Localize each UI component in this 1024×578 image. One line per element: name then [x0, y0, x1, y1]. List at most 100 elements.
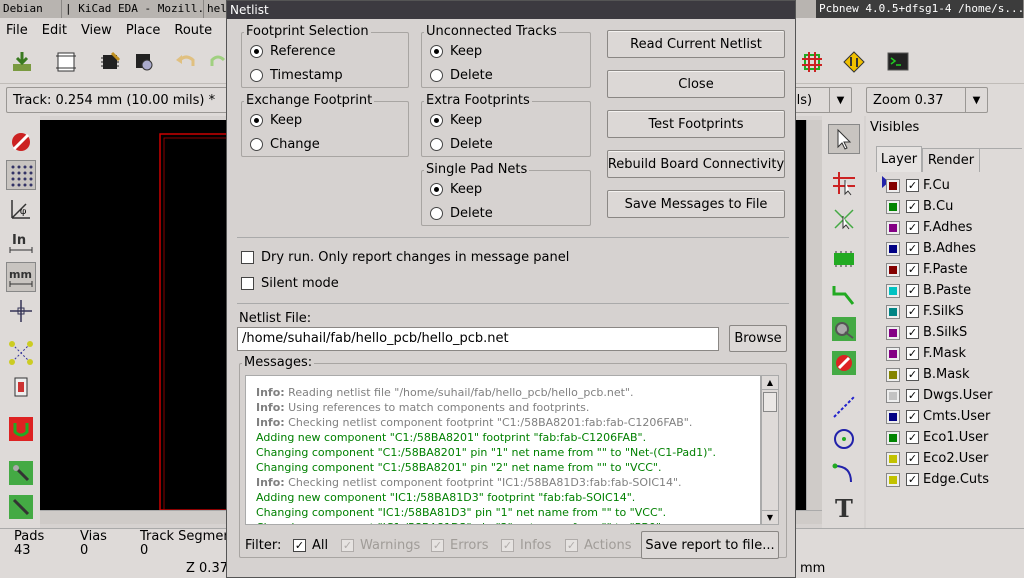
layer-color-swatch[interactable] — [886, 388, 900, 403]
netlist-icon[interactable] — [798, 48, 826, 76]
layer-row[interactable]: ✓ B.SilkS — [886, 322, 1016, 343]
layer-visible-checkbox[interactable]: ✓ — [906, 200, 919, 213]
messages-scrollbar[interactable]: ▲ ▼ — [761, 375, 779, 525]
zoom-select[interactable]: Zoom 0.37 ▼ — [866, 87, 988, 113]
menu-place[interactable]: Place — [126, 23, 161, 38]
layer-row[interactable]: ✓ Eco2.User — [886, 448, 1016, 469]
layer-visible-checkbox[interactable]: ✓ — [906, 410, 919, 423]
menu-view[interactable]: View — [81, 23, 112, 38]
layer-row[interactable]: ✓ F.Cu — [886, 175, 1016, 196]
close-button[interactable]: Close — [607, 70, 785, 98]
high-contrast-icon[interactable] — [6, 458, 36, 488]
layer-row[interactable]: ✓ Dwgs.User — [886, 385, 1016, 406]
layer-row[interactable]: ✓ Cmts.User — [886, 406, 1016, 427]
taskbar-item-pcbnew[interactable]: Pcbnew 4.0.5+dfsg1-4 /home/s... — [816, 0, 1024, 18]
browse-button[interactable]: Browse — [729, 325, 787, 352]
layer-visible-checkbox[interactable]: ✓ — [906, 473, 919, 486]
layer-color-swatch[interactable] — [886, 472, 900, 487]
taskbar-item-firefox[interactable]: | KiCad EDA - Mozill... — [62, 0, 204, 18]
load-netlist-icon[interactable] — [8, 48, 36, 76]
layer-color-swatch[interactable] — [886, 178, 900, 193]
add-circle-icon[interactable] — [828, 424, 860, 454]
radio-extra-keep[interactable]: Keep — [430, 113, 482, 128]
drc-icon[interactable] — [840, 48, 868, 76]
layer-color-swatch[interactable] — [886, 409, 900, 424]
menu-route[interactable]: Route — [174, 23, 212, 38]
add-keepout-icon[interactable] — [828, 348, 860, 378]
polar-coords-icon[interactable]: φ — [6, 194, 36, 224]
read-current-netlist-button[interactable]: Read Current Netlist — [607, 30, 785, 58]
filter-all-checkbox[interactable]: ✓ All — [293, 538, 328, 553]
scroll-thumb[interactable] — [763, 392, 777, 412]
filter-infos-checkbox[interactable]: ✓ Infos — [501, 538, 551, 553]
rebuild-connectivity-button[interactable]: Rebuild Board Connectivity — [607, 150, 785, 178]
layer-visible-checkbox[interactable]: ✓ — [906, 305, 919, 318]
test-footprints-button[interactable]: Test Footprints — [607, 110, 785, 138]
inch-units-icon[interactable]: In — [6, 228, 36, 258]
layer-color-swatch[interactable] — [886, 241, 900, 256]
layer-row[interactable]: ✓ F.Mask — [886, 343, 1016, 364]
layer-color-swatch[interactable] — [886, 451, 900, 466]
layer-visible-checkbox[interactable]: ✓ — [906, 326, 919, 339]
footprint-viewer-icon[interactable] — [130, 48, 158, 76]
tab-render[interactable]: Render — [922, 148, 980, 172]
filter-errors-checkbox[interactable]: ✓ Errors — [431, 538, 488, 553]
save-report-button[interactable]: Save report to file... — [641, 531, 779, 559]
layer-row[interactable]: ✓ B.Cu — [886, 196, 1016, 217]
layer-visible-checkbox[interactable]: ✓ — [906, 242, 919, 255]
drc-markers-icon[interactable] — [6, 126, 36, 156]
layer-color-swatch[interactable] — [886, 199, 900, 214]
show-zones-icon[interactable] — [6, 414, 36, 444]
taskbar-item-hel[interactable]: hel — [204, 0, 228, 18]
radio-timestamp[interactable]: Timestamp — [250, 68, 343, 83]
add-text-icon[interactable]: T — [828, 492, 860, 522]
radio-single-pad-keep[interactable]: Keep — [430, 182, 482, 197]
layer-visible-checkbox[interactable]: ✓ — [906, 284, 919, 297]
layer-visible-checkbox[interactable]: ✓ — [906, 368, 919, 381]
page-settings-icon[interactable] — [52, 48, 80, 76]
taskbar-item-debian[interactable]: Debian — [0, 0, 62, 18]
track-width-select[interactable]: Track: 0.254 mm (10.00 mils) * — [6, 87, 232, 113]
route-track-icon[interactable] — [828, 280, 860, 310]
select-tool-icon[interactable] — [828, 124, 860, 154]
menu-edit[interactable]: Edit — [42, 23, 67, 38]
layer-row[interactable]: ✓ B.Paste — [886, 280, 1016, 301]
module-ratsnest-icon[interactable] — [6, 372, 36, 402]
messages-panel[interactable]: Info: Reading netlist file "/home/suhail… — [245, 375, 761, 525]
layer-color-swatch[interactable] — [886, 262, 900, 277]
footprint-editor-icon[interactable] — [96, 48, 124, 76]
layer-color-swatch[interactable] — [886, 346, 900, 361]
layer-row[interactable]: ✓ Eco1.User — [886, 427, 1016, 448]
radio-extra-delete[interactable]: Delete — [430, 137, 493, 152]
filter-warnings-checkbox[interactable]: ✓ Warnings — [341, 538, 420, 553]
radio-exchange-keep[interactable]: Keep — [250, 113, 302, 128]
layer-visible-checkbox[interactable]: ✓ — [906, 263, 919, 276]
silent-mode-checkbox[interactable]: Silent mode — [241, 276, 339, 291]
layer-row[interactable]: ✓ F.Adhes — [886, 217, 1016, 238]
add-arc-icon[interactable] — [828, 458, 860, 488]
layer-visible-checkbox[interactable]: ✓ — [906, 179, 919, 192]
layer-visible-checkbox[interactable]: ✓ — [906, 347, 919, 360]
layer-visible-checkbox[interactable]: ✓ — [906, 431, 919, 444]
cursor-shape-icon[interactable] — [6, 296, 36, 326]
dry-run-checkbox[interactable]: Dry run. Only report changes in message … — [241, 250, 569, 265]
canvas-vscrollbar[interactable] — [806, 120, 822, 510]
undo-icon[interactable] — [172, 48, 200, 76]
grid-icon[interactable] — [6, 160, 36, 190]
scripting-console-icon[interactable] — [884, 48, 912, 76]
layer-color-swatch[interactable] — [886, 367, 900, 382]
highlight-net-icon[interactable] — [828, 168, 860, 198]
add-line-icon[interactable] — [828, 392, 860, 422]
radio-exchange-change[interactable]: Change — [250, 137, 320, 152]
layer-color-swatch[interactable] — [886, 304, 900, 319]
layer-row[interactable]: ✓ Edge.Cuts — [886, 469, 1016, 490]
layer-visible-checkbox[interactable]: ✓ — [906, 452, 919, 465]
track-outline-icon[interactable] — [6, 492, 36, 522]
radio-reference[interactable]: Reference — [250, 44, 335, 59]
layer-row[interactable]: ✓ B.Mask — [886, 364, 1016, 385]
layer-color-swatch[interactable] — [886, 283, 900, 298]
tab-layer[interactable]: Layer — [876, 146, 922, 172]
filter-actions-checkbox[interactable]: ✓ Actions — [565, 538, 632, 553]
scroll-up-icon[interactable]: ▲ — [762, 376, 778, 390]
mm-units-icon[interactable]: mm — [6, 262, 36, 292]
